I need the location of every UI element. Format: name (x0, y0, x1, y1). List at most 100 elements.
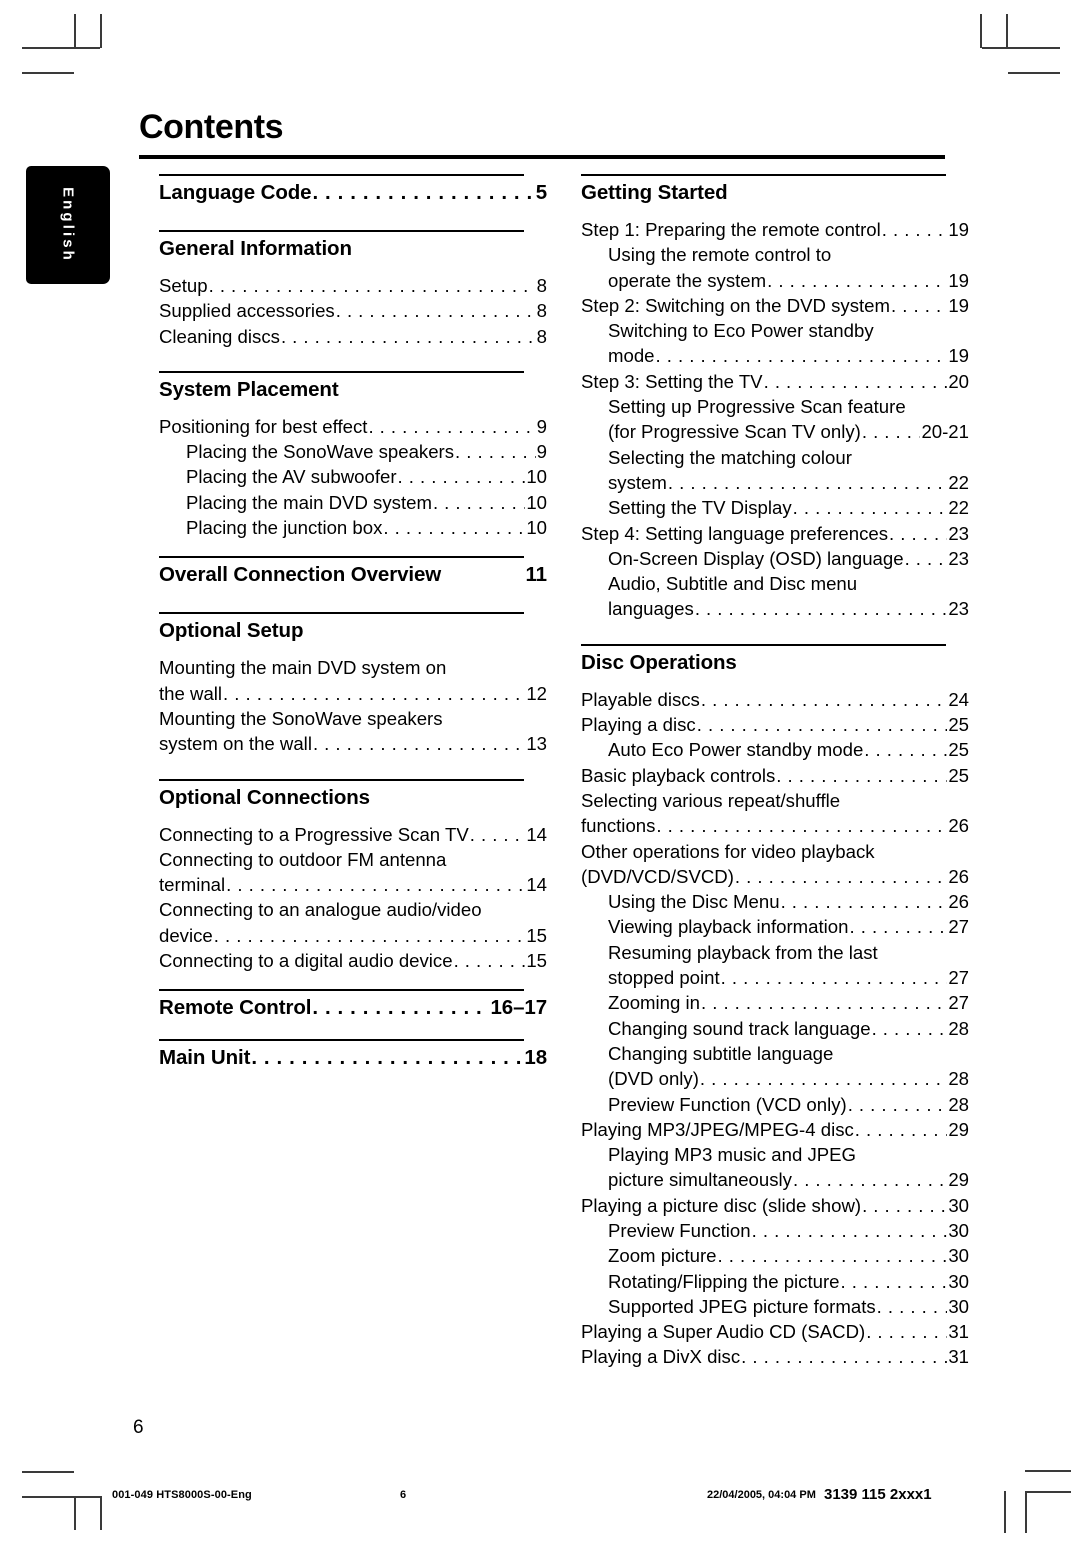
toc-entry[interactable]: (DVD/VCD/SVCD). . . . . . . . . . . . . … (581, 864, 969, 889)
toc-section-heading[interactable]: Overall Connection Overview 11 (159, 560, 547, 590)
leader-dots: . . . . . . . . . . . . . . . . . . . . … (904, 547, 948, 569)
toc-entry[interactable]: Auto Eco Power standby mode. . . . . . .… (581, 737, 969, 762)
toc-entry[interactable]: Step 4: Setting language preferences. . … (581, 521, 969, 546)
toc-entry[interactable]: Audio, Subtitle and Disc menu (581, 571, 969, 596)
toc-entry[interactable]: system. . . . . . . . . . . . . . . . . … (581, 470, 969, 495)
toc-entry-label: Viewing playback information (608, 916, 849, 938)
toc-entry[interactable]: Preview Function. . . . . . . . . . . . … (581, 1218, 969, 1243)
toc-entry[interactable]: Playing a Super Audio CD (SACD). . . . .… (581, 1319, 969, 1344)
toc-entry-page: 30 (948, 1219, 969, 1241)
toc-section-heading[interactable]: Language Code. . . . . . . . . . . . . .… (159, 178, 547, 208)
toc-entry-label: operate the system (608, 269, 767, 291)
toc-entry[interactable]: Using the Disc Menu. . . . . . . . . . .… (581, 889, 969, 914)
toc-entry-page: 25 (948, 764, 969, 786)
toc-entry[interactable]: (for Progressive Scan TV only). . . . . … (581, 419, 969, 444)
toc-entry[interactable]: Placing the junction box. . . . . . . . … (159, 515, 547, 540)
toc-entry[interactable]: Connecting to a digital audio device. . … (159, 948, 547, 973)
toc-entry[interactable]: Step 2: Switching on the DVD system. . .… (581, 293, 969, 318)
toc-entry[interactable]: Using the remote control to (581, 242, 969, 267)
toc-entry-page: 23 (948, 547, 969, 569)
toc-entry[interactable]: Rotating/Flipping the picture. . . . . .… (581, 1269, 969, 1294)
toc-section-heading[interactable]: Main Unit. . . . . . . . . . . . . . . .… (159, 1043, 547, 1073)
toc-section-heading[interactable]: Optional Connections (159, 783, 547, 813)
leader-dots: . . . . . . . . . . . . . . . . . . . . … (866, 1321, 947, 1343)
toc-entry[interactable]: operate the system. . . . . . . . . . . … (581, 268, 969, 293)
toc-entry-label: picture simultaneously (608, 1169, 792, 1191)
toc-entry[interactable]: mode. . . . . . . . . . . . . . . . . . … (581, 343, 969, 368)
toc-entry-label: Placing the SonoWave speakers (186, 441, 455, 463)
toc-entry[interactable]: the wall. . . . . . . . . . . . . . . . … (159, 681, 547, 706)
toc-entry[interactable]: (DVD only). . . . . . . . . . . . . . . … (581, 1066, 969, 1091)
toc-entry[interactable]: Step 1: Preparing the remote control. . … (581, 217, 969, 242)
toc-entry[interactable]: Connecting to outdoor FM antenna (159, 847, 547, 872)
toc-entry[interactable]: Connecting to a Progressive Scan TV. . .… (159, 822, 547, 847)
toc-entry[interactable]: Zooming in. . . . . . . . . . . . . . . … (581, 990, 969, 1015)
toc-entry[interactable]: Selecting various repeat/shuffle (581, 788, 969, 813)
toc-entry[interactable]: languages. . . . . . . . . . . . . . . .… (581, 596, 969, 621)
toc-entry[interactable]: functions. . . . . . . . . . . . . . . .… (581, 813, 969, 838)
toc-entry-label: Placing the main DVD system (186, 491, 432, 513)
footer-filename: 001-049 HTS8000S-00-Eng (112, 1489, 252, 1501)
toc-entry-label: terminal (159, 874, 226, 896)
toc-entry[interactable]: Playing MP3 music and JPEG (581, 1142, 969, 1167)
toc-entry[interactable]: Mounting the SonoWave speakers (159, 706, 547, 731)
toc-entry[interactable]: Other operations for video playback (581, 839, 969, 864)
toc-entry[interactable]: Resuming playback from the last (581, 940, 969, 965)
toc-entry[interactable]: stopped point. . . . . . . . . . . . . .… (581, 965, 969, 990)
toc-entry-page: 9 (536, 415, 547, 437)
toc-entry[interactable]: Playing a disc. . . . . . . . . . . . . … (581, 712, 969, 737)
toc-entry-label: languages (608, 598, 694, 620)
leader-dots: . . . . . . . . . . . . . . . . . . . . … (792, 1169, 947, 1191)
toc-entry-page: 8 (536, 300, 547, 322)
toc-entry[interactable]: Placing the SonoWave speakers. . . . . .… (159, 439, 547, 464)
toc-entry[interactable]: device. . . . . . . . . . . . . . . . . … (159, 923, 547, 948)
toc-entry[interactable]: Cleaning discs. . . . . . . . . . . . . … (159, 324, 547, 349)
leader-dots: . . . . . . . . . . . . . . . . . . . . … (849, 916, 947, 938)
toc-entry[interactable]: Zoom picture. . . . . . . . . . . . . . … (581, 1243, 969, 1268)
toc-entry-page: 30 (948, 1295, 969, 1317)
toc-entry-label: Supplied accessories (159, 300, 335, 322)
toc-entry-label: Cleaning discs (159, 325, 280, 347)
toc-entry[interactable]: Viewing playback information. . . . . . … (581, 914, 969, 939)
toc-section-heading[interactable]: Remote Control. . . . . . . . . . . . . … (159, 993, 547, 1023)
toc-entry[interactable]: Switching to Eco Power standby (581, 318, 969, 343)
toc-entry[interactable]: Mounting the main DVD system on (159, 655, 547, 680)
toc-entry[interactable]: Changing subtitle language (581, 1041, 969, 1066)
toc-entry[interactable]: Step 3: Setting the TV. . . . . . . . . … (581, 369, 969, 394)
toc-entry[interactable]: Placing the AV subwoofer. . . . . . . . … (159, 464, 547, 489)
toc-entry[interactable]: Changing sound track language. . . . . .… (581, 1016, 969, 1041)
toc-section-heading[interactable]: General Information (159, 234, 547, 264)
toc-entry[interactable]: terminal. . . . . . . . . . . . . . . . … (159, 872, 547, 897)
toc-entry[interactable]: Playing a DivX disc. . . . . . . . . . .… (581, 1344, 969, 1369)
toc-entry-page: 31 (948, 1346, 969, 1368)
toc-entry[interactable]: Playable discs. . . . . . . . . . . . . … (581, 687, 969, 712)
toc-entry[interactable]: Placing the main DVD system. . . . . . .… (159, 490, 547, 515)
toc-entry[interactable]: Setting the TV Display. . . . . . . . . … (581, 495, 969, 520)
toc-entry[interactable]: Preview Function (VCD only). . . . . . .… (581, 1092, 969, 1117)
toc-entry[interactable]: Basic playback controls. . . . . . . . .… (581, 763, 969, 788)
toc-section-heading[interactable]: Disc Operations (581, 648, 969, 678)
toc-entry[interactable]: Supplied accessories. . . . . . . . . . … (159, 298, 547, 323)
toc-section-heading[interactable]: Optional Setup (159, 616, 547, 646)
toc-entry[interactable]: Setup. . . . . . . . . . . . . . . . . .… (159, 273, 547, 298)
crop-mark (100, 14, 102, 48)
toc-entry[interactable]: Playing a picture disc (slide show). . .… (581, 1193, 969, 1218)
toc-entry-page: 10 (526, 491, 547, 513)
toc-entry[interactable]: Playing MP3/JPEG/MPEG-4 disc. . . . . . … (581, 1117, 969, 1142)
heading-entry-spacer (159, 405, 547, 414)
toc-entry[interactable]: Selecting the matching colour (581, 445, 969, 470)
toc-section-heading[interactable]: Getting Started (581, 178, 969, 208)
toc-section-heading[interactable]: System Placement (159, 375, 547, 405)
toc-entry[interactable]: picture simultaneously. . . . . . . . . … (581, 1167, 969, 1192)
toc-entry[interactable]: On-Screen Display (OSD) language. . . . … (581, 546, 969, 571)
toc-entry-page: 26 (948, 815, 969, 837)
crop-mark (1006, 14, 1008, 48)
toc-entry-page: 28 (948, 1068, 969, 1090)
toc-entry[interactable]: Supported JPEG picture formats. . . . . … (581, 1294, 969, 1319)
toc-entry[interactable]: Connecting to an analogue audio/video (159, 897, 547, 922)
toc-entry-page: 20-21 (921, 421, 969, 443)
toc-entry[interactable]: system on the wall. . . . . . . . . . . … (159, 731, 547, 756)
toc-entry[interactable]: Positioning for best effect. . . . . . .… (159, 414, 547, 439)
toc-entry[interactable]: Setting up Progressive Scan feature (581, 394, 969, 419)
